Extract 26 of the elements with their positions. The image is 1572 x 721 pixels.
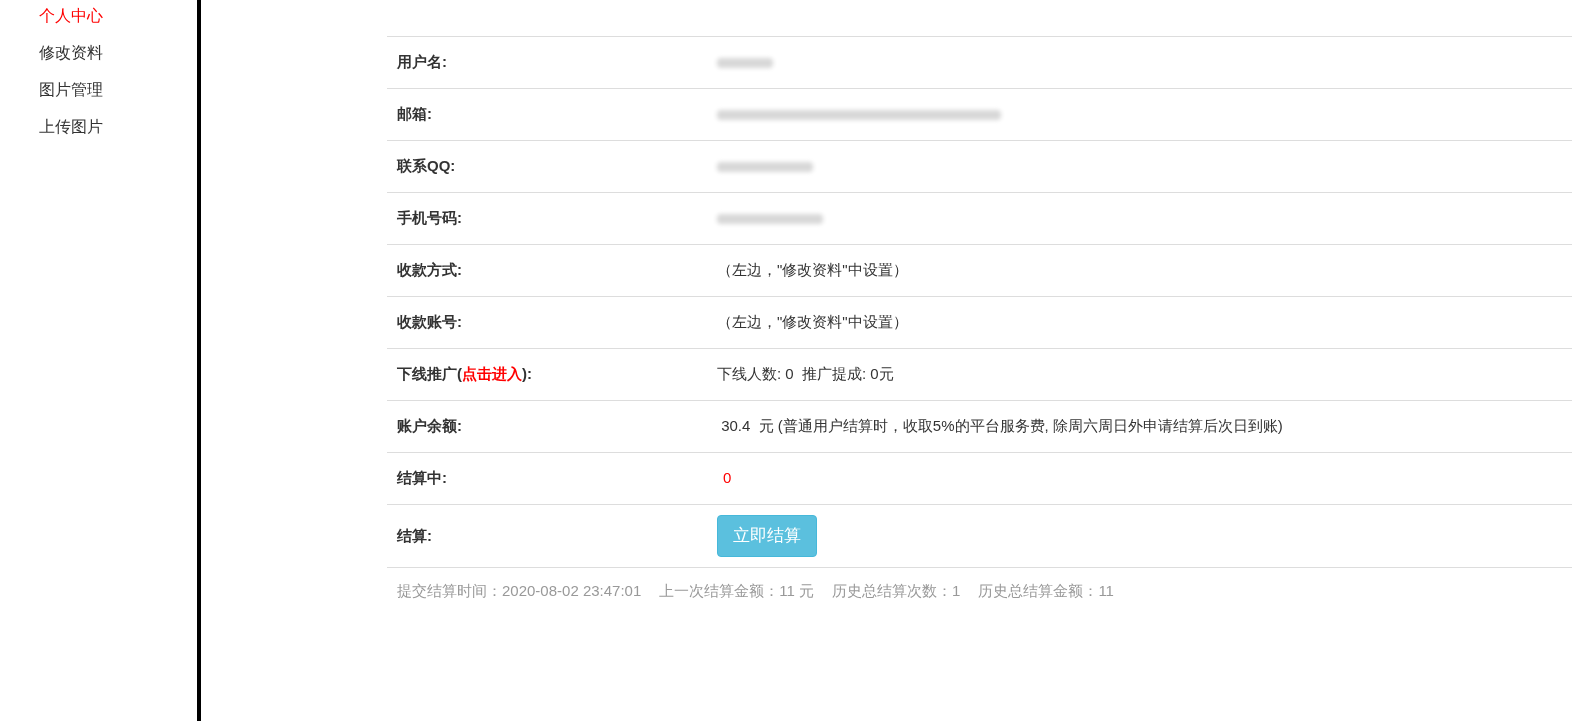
field-label: 收款账号: [397, 312, 462, 333]
field-label: 邮箱: [397, 104, 432, 125]
sidebar-link[interactable]: 个人中心 [39, 4, 197, 28]
field-label: 用户名: [397, 52, 447, 73]
field-value: 下线人数: 0 推广提成: 0元 [717, 365, 894, 383]
redacted-value [717, 57, 773, 68]
field-label: 结算中: [397, 468, 447, 489]
sidebar-link[interactable]: 修改资料 [39, 41, 197, 65]
field-value: 30.4 元 (普通用户结算时，收取5%的平台服务费, 除周六周日外申请结算后次日到账) [720, 417, 1283, 435]
settlement-info: 历史总结算金额：11 [978, 581, 1114, 601]
field-label: 联系QQ: [397, 156, 456, 177]
sidebar-link[interactable]: 上传图片 [39, 115, 197, 139]
settlement-info: 上一次结算金额：11 元 [659, 581, 815, 601]
promotion-link[interactable]: 点击进入 [462, 363, 522, 386]
field-value: （左边，"修改资料"中设置） [717, 313, 908, 331]
settlement-info: 提交结算时间：2020-08-02 23:47:01 [397, 581, 642, 601]
field-label: 账户余额: [397, 416, 462, 437]
field-label: 手机号码: [397, 208, 462, 229]
field-value: （左边，"修改资料"中设置） [717, 261, 908, 279]
field-label: 收款方式: [397, 260, 462, 281]
pending-amount: 0 [722, 469, 732, 487]
field-label: 下线推广( [397, 364, 462, 385]
sidebar-link[interactable]: 图片管理 [39, 78, 197, 102]
field-label: 结算: [397, 525, 432, 546]
settlement-info: 历史总结算次数：1 [832, 581, 961, 601]
field-label: ): [522, 364, 532, 385]
